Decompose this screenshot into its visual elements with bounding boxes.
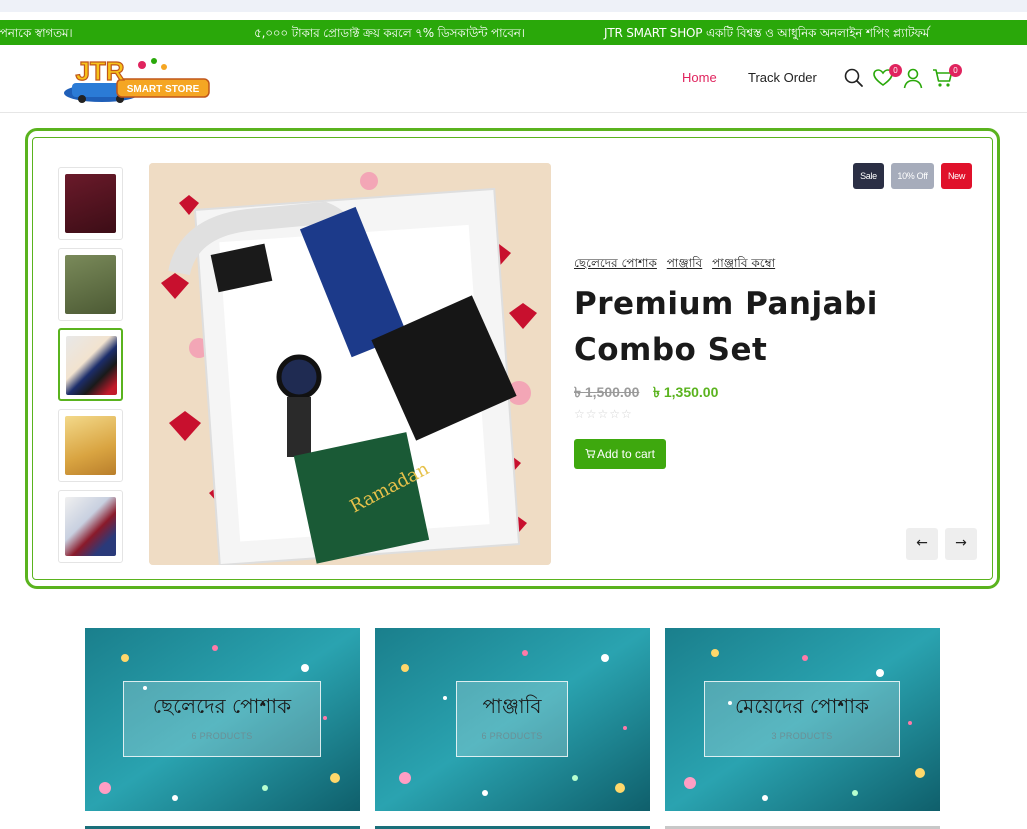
category-name: মেয়েদের পোশাক [734, 694, 870, 718]
category-label-box: ছেলেদের পোশাক 6 PRODUCTS [123, 681, 321, 757]
thumbnail-image [65, 255, 116, 314]
product-categories: ছেলেদের পোশাক পাঞ্জাবি পাঞ্জাবি কম্বো [574, 255, 781, 275]
category-product-count: 6 PRODUCTS [191, 731, 253, 741]
logo-title: JTR [75, 56, 124, 86]
thumbnail-image [65, 174, 116, 233]
category-link[interactable]: পাঞ্জাবি [667, 256, 702, 270]
slider-prev-button[interactable]: ← [906, 528, 938, 560]
wishlist-count-badge: 0 [889, 64, 902, 77]
add-to-cart-label: Add to cart [596, 447, 656, 461]
marquee-item: আপনাকে স্বাগতম। [0, 26, 73, 40]
marquee-item: JTR SMART SHOP একটি বিশ্বস্ত ও আধুনিক অন… [604, 26, 930, 40]
category-label-box: পাঞ্জাবি 6 PRODUCTS [456, 681, 568, 757]
original-price: ৳ 1,500.00 [574, 384, 640, 400]
site-header: SMART STORE JTR Home Track Order 0 0 [0, 45, 1027, 113]
category-label-box: মেয়েদের পোশাক 3 PRODUCTS [704, 681, 900, 757]
featured-product-slider: Ramadan Sale 10% Off New ছেলেদের পোশাক প… [25, 128, 1000, 589]
thumbnail-image [65, 497, 116, 556]
sale-badge: Sale [853, 163, 884, 189]
announcement-marquee: আপনাকে স্বাগতম। ৫,০০০ টাকার প্রোডাক্ট ক্… [0, 20, 1027, 45]
thumbnail-image [66, 336, 117, 395]
user-account-icon[interactable] [902, 67, 924, 89]
product-title[interactable]: Premium Panjabi Combo Set [574, 281, 934, 373]
product-thumbnail[interactable] [58, 409, 123, 482]
product-thumbnail[interactable] [58, 248, 123, 321]
top-strip [0, 0, 1027, 12]
category-card[interactable]: ছেলেদের পোশাক 6 PRODUCTS [85, 628, 360, 811]
cart-icon [585, 440, 596, 470]
search-icon[interactable] [843, 67, 865, 89]
category-card[interactable]: মেয়েদের পোশাক 3 PRODUCTS [665, 628, 940, 811]
add-to-cart-button[interactable]: Add to cart [574, 439, 666, 469]
marquee-item: ৫,০০০ টাকার প্রোডাক্ট ক্রয় করলে ৭% ডিসক… [254, 26, 525, 40]
main-product-image: Ramadan [149, 163, 551, 565]
slider-next-button[interactable]: → [945, 528, 977, 560]
product-thumbnail[interactable] [58, 167, 123, 240]
category-name: ছেলেদের পোশাক [152, 694, 292, 718]
rating-stars: ☆☆☆☆☆ [574, 407, 633, 421]
category-product-count: 3 PRODUCTS [771, 731, 833, 741]
logo-subtitle: SMART STORE [127, 84, 200, 95]
nav-home-link[interactable]: Home [682, 70, 717, 85]
store-logo[interactable]: SMART STORE JTR [62, 53, 212, 105]
category-link[interactable]: পাঞ্জাবি কম্বো [712, 256, 775, 270]
nav-track-order-link[interactable]: Track Order [748, 70, 817, 85]
category-product-count: 6 PRODUCTS [481, 731, 543, 741]
sale-price: ৳ 1,350.00 [653, 384, 719, 400]
arrow-right-icon: → [955, 535, 967, 551]
discount-badge: 10% Off [891, 163, 934, 189]
cart-count-badge: 0 [949, 64, 962, 77]
arrow-left-icon: ← [916, 535, 928, 551]
product-thumbnail[interactable] [58, 490, 123, 563]
cart-icon[interactable]: 0 [932, 64, 962, 89]
thumbnail-image [65, 416, 116, 475]
category-card[interactable]: পাঞ্জাবি 6 PRODUCTS [375, 628, 650, 811]
product-thumbnail-active[interactable] [58, 328, 123, 401]
wishlist-heart-icon[interactable]: 0 [872, 64, 902, 89]
new-badge: New [941, 163, 972, 189]
category-link[interactable]: ছেলেদের পোশাক [574, 256, 657, 270]
category-name: পাঞ্জাবি [482, 694, 542, 718]
